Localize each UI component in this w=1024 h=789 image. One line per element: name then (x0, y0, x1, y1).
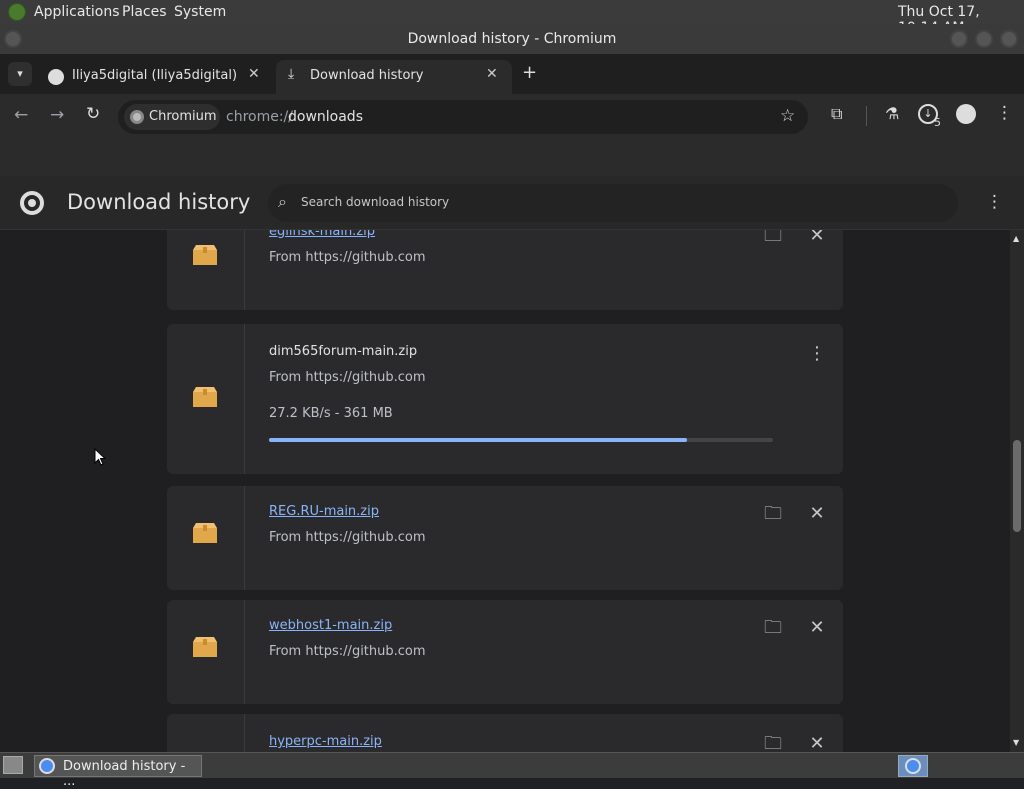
site-chip-label: Chromium (149, 109, 217, 124)
taskbar: Download history - ... (0, 752, 1024, 789)
download-item: REG.RU-main.zip From https://github.com … (167, 486, 843, 590)
zip-file-icon (193, 245, 217, 265)
remove-item-close-icon[interactable]: ✕ (805, 616, 829, 640)
tab-label: Download history (310, 68, 424, 83)
omnibox[interactable]: Chromium chrome:// downloads ☆ (118, 100, 808, 134)
zip-file-icon (193, 523, 217, 543)
show-in-folder-icon[interactable]: 🗀 (761, 616, 785, 640)
menu-places[interactable]: Places (122, 4, 167, 20)
back-arrow-icon[interactable]: ← (14, 105, 28, 125)
minimize-button[interactable] (950, 30, 968, 48)
download-source: From https://github.com (269, 250, 426, 265)
maximize-button[interactable] (975, 30, 993, 48)
page-title: Download history (67, 190, 251, 214)
profile-avatar-icon[interactable] (956, 104, 976, 124)
page-scrollbar[interactable]: ▲ ▼ (1010, 230, 1024, 752)
labs-flask-icon[interactable]: ⚗ (885, 104, 899, 123)
download-filename: dim565forum-main.zip (269, 344, 418, 359)
search-bar[interactable]: ⌕ Search download history (268, 184, 958, 222)
site-chip[interactable]: Chromium (124, 104, 220, 130)
remove-item-close-icon[interactable]: ✕ (805, 502, 829, 526)
download-filename-link[interactable]: webhost1-main.zip (269, 618, 392, 633)
download-filename-link[interactable]: eglinsk-main.zip (269, 230, 375, 239)
tab-strip: ▾ Iliya5digital (Iliya5digital) / R ✕ ⤓ … (0, 54, 1024, 94)
url-scheme: chrome:// (226, 109, 293, 125)
show-in-folder-icon[interactable]: 🗀 (761, 732, 785, 752)
scrollbar-thumb[interactable] (1013, 440, 1021, 532)
extensions-puzzle-icon[interactable]: ⧉ (831, 104, 842, 124)
url-path: downloads (288, 109, 363, 125)
show-in-folder-icon[interactable]: 🗀 (761, 230, 785, 248)
browser-toolbar: ← → ↻ Chromium chrome:// downloads ☆ ⧉ ⚗… (0, 94, 1024, 140)
progress-fill (269, 438, 688, 442)
reload-icon[interactable]: ↻ (86, 104, 100, 124)
download-item: hyperpc-main.zip 🗀 ✕ (167, 714, 843, 752)
download-item-in-progress: dim565forum-main.zip From https://github… (167, 324, 843, 474)
taskbar-window-label: Download history - ... (63, 759, 186, 789)
window-menu-button[interactable] (4, 30, 22, 48)
download-status: 27.2 KB/s - 361 MB (269, 406, 393, 421)
download-icon: ⤓ (288, 66, 295, 82)
download-item: webhost1-main.zip From https://github.co… (167, 600, 843, 704)
forward-arrow-icon[interactable]: → (50, 105, 64, 125)
toolbar-spacer (0, 140, 1024, 176)
download-source: From https://github.com (269, 530, 426, 545)
menu-applications[interactable]: Applications (34, 4, 120, 20)
scroll-up-arrow-icon[interactable]: ▲ (1013, 234, 1019, 243)
toolbar-divider (866, 106, 867, 126)
download-item: eglinsk-main.zip From https://github.com… (167, 230, 843, 310)
chromium-icon (130, 110, 144, 124)
tab-label: Iliya5digital (Iliya5digital) / R (72, 68, 240, 83)
download-source: From https://github.com (269, 644, 426, 659)
page-menu-more-vert-icon[interactable]: ⋮ (986, 192, 1003, 212)
close-tab-icon[interactable]: ✕ (486, 66, 498, 82)
os-top-panel: Applications Places System Thu Oct 17, 1… (0, 0, 1024, 36)
chromium-icon (905, 758, 921, 774)
item-more-vert-icon[interactable]: ⋮ (805, 342, 829, 366)
chromium-icon (39, 758, 55, 774)
new-tab-plus-icon[interactable]: + (522, 62, 537, 83)
show-in-folder-icon[interactable]: 🗀 (761, 502, 785, 526)
tab-downloads[interactable]: ⤓ Download history ✕ (276, 60, 512, 94)
menu-system[interactable]: System (174, 4, 226, 20)
bookmark-star-icon[interactable]: ☆ (780, 106, 795, 126)
download-source: From https://github.com (269, 370, 426, 385)
zip-file-icon (193, 387, 217, 407)
distro-logo-icon[interactable] (8, 3, 26, 21)
close-window-button[interactable] (1000, 30, 1018, 48)
workspace-switcher[interactable] (898, 755, 928, 777)
download-count-badge: 5 (934, 116, 941, 129)
remove-item-close-icon[interactable]: ✕ (805, 230, 829, 248)
window-titlebar: Download history - Chromium (0, 24, 1024, 54)
github-icon (48, 69, 64, 85)
download-filename-link[interactable]: hyperpc-main.zip (269, 734, 382, 749)
more-vert-icon[interactable]: ⋮ (996, 103, 1013, 123)
search-icon: ⌕ (278, 192, 287, 211)
taskbar-window-button[interactable]: Download history - ... (34, 755, 202, 789)
close-tab-icon[interactable]: ✕ (248, 66, 260, 82)
progress-track (269, 438, 773, 442)
mouse-cursor-icon (94, 448, 106, 466)
scroll-down-arrow-icon[interactable]: ▼ (1013, 738, 1019, 747)
zip-file-icon (193, 637, 217, 657)
tab-github[interactable]: Iliya5digital (Iliya5digital) / R ✕ (38, 60, 272, 94)
window-title: Download history - Chromium (407, 31, 617, 47)
tab-search-chevron-icon[interactable]: ▾ (8, 62, 32, 86)
chromium-logo-icon (20, 191, 44, 215)
remove-item-close-icon[interactable]: ✕ (805, 732, 829, 752)
download-filename-link[interactable]: REG.RU-main.zip (269, 504, 379, 519)
downloads-list: eglinsk-main.zip From https://github.com… (0, 230, 1010, 752)
downloads-button[interactable]: ↓ 5 (918, 104, 944, 130)
show-desktop-icon[interactable] (3, 756, 23, 774)
downloads-header: Download history ⌕ Search download histo… (0, 176, 1024, 230)
search-placeholder: Search download history (301, 195, 450, 209)
